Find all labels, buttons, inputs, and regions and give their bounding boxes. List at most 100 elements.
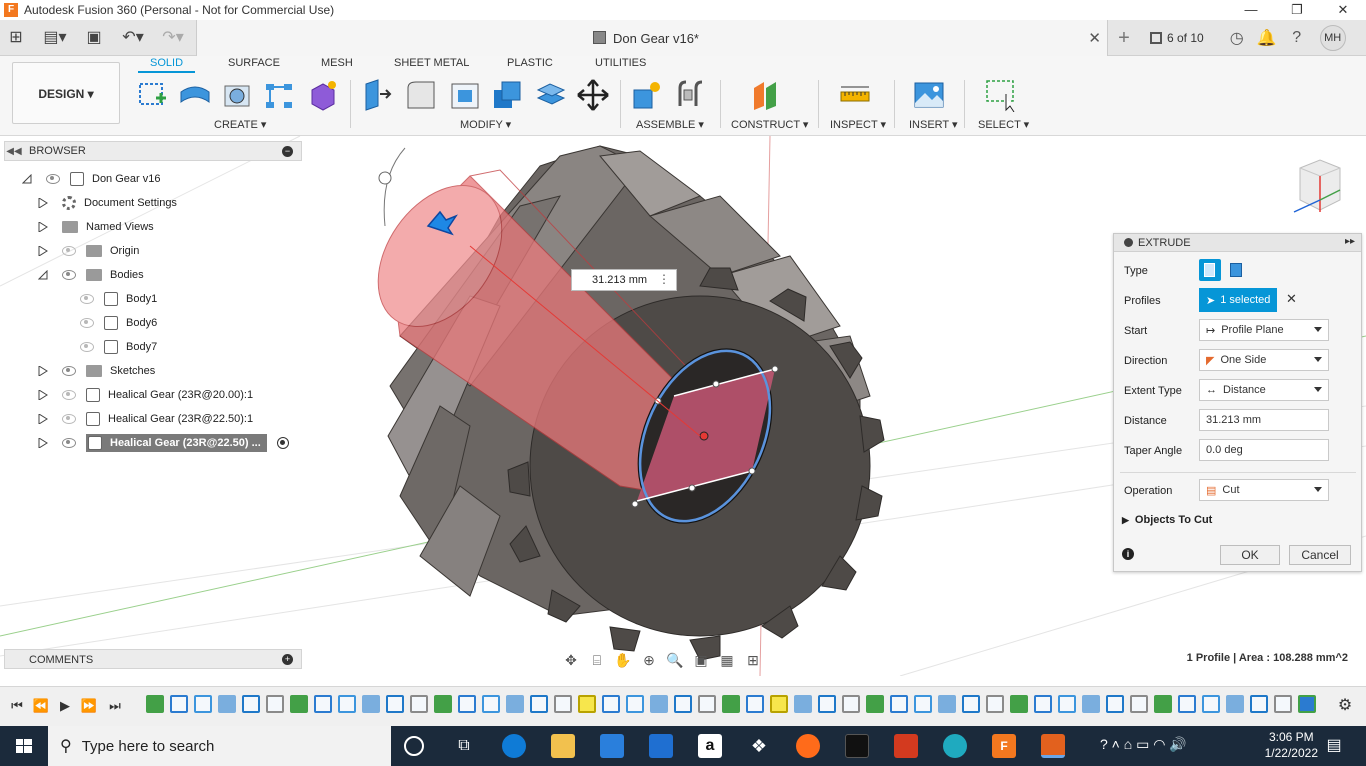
- document-tab[interactable]: Don Gear v16* ✕: [196, 20, 1108, 56]
- create-sketch-icon[interactable]: [136, 78, 170, 112]
- timeline-feature-icon[interactable]: [1274, 695, 1292, 713]
- timeline-feature-icon[interactable]: [914, 695, 932, 713]
- add-comment-icon[interactable]: +: [282, 654, 293, 665]
- minimize-button[interactable]: —: [1228, 0, 1274, 20]
- mail-icon[interactable]: [649, 734, 673, 758]
- timeline-feature-icon[interactable]: [746, 695, 764, 713]
- timeline-feature-icon[interactable]: [1178, 695, 1196, 713]
- collapse-triangle-icon[interactable]: [22, 174, 32, 184]
- timeline-feature-icon[interactable]: [1082, 695, 1100, 713]
- tree-item-component[interactable]: Healical Gear (23R@22.50):1: [38, 408, 253, 430]
- timeline-feature-icon[interactable]: [962, 695, 980, 713]
- clock-icon[interactable]: ◷: [1222, 28, 1252, 48]
- timeline-feature-icon[interactable]: [194, 695, 212, 713]
- expand-triangle-icon[interactable]: [38, 366, 48, 376]
- look-at-icon[interactable]: ⌸: [586, 650, 608, 670]
- timeline-feature-icon[interactable]: [290, 695, 308, 713]
- close-tab-icon[interactable]: ✕: [1088, 29, 1101, 47]
- expand-triangle-icon[interactable]: [38, 222, 48, 232]
- timeline-feature-icon[interactable]: [1250, 695, 1268, 713]
- timeline-feature-icon[interactable]: [722, 695, 740, 713]
- task-view-icon[interactable]: ⧉: [452, 734, 476, 758]
- modify-menu[interactable]: MODIFY ▾: [460, 118, 511, 131]
- timeline-feature-icon[interactable]: [506, 695, 524, 713]
- user-avatar[interactable]: MH: [1319, 25, 1346, 51]
- fusion-active-icon[interactable]: [1041, 734, 1065, 758]
- timeline-feature-icon[interactable]: [602, 695, 620, 713]
- tree-item-body[interactable]: Body1: [80, 288, 157, 310]
- shell-icon[interactable]: [448, 78, 482, 112]
- press-pull-icon[interactable]: [360, 78, 394, 112]
- zoom-window-icon[interactable]: 🔍: [664, 650, 686, 670]
- tab-solid[interactable]: SOLID: [138, 57, 196, 73]
- tree-item-component-active[interactable]: Healical Gear (23R@22.50) ...: [38, 432, 289, 454]
- timeline-feature-icon[interactable]: [674, 695, 692, 713]
- assemble-menu[interactable]: ASSEMBLE ▾: [636, 118, 704, 131]
- action-center-icon[interactable]: ▤: [1322, 734, 1346, 758]
- timeline-feature-icon[interactable]: [1010, 695, 1028, 713]
- timeline-feature-icon[interactable]: [170, 695, 188, 713]
- redo-icon[interactable]: ↷▾: [156, 26, 190, 50]
- taskbar-clock[interactable]: 3:06 PM 1/22/2022: [1265, 729, 1318, 761]
- tab-plastic[interactable]: PLASTIC: [507, 57, 553, 73]
- save-icon[interactable]: ▣: [82, 26, 106, 50]
- timeline-feature-icon[interactable]: [530, 695, 548, 713]
- objects-to-cut-toggle[interactable]: ▶ Objects To Cut: [1122, 514, 1212, 526]
- dropbox-icon[interactable]: ❖: [747, 734, 771, 758]
- timeline-feature-icon[interactable]: [338, 695, 356, 713]
- tab-surface[interactable]: SURFACE: [228, 57, 280, 73]
- timeline-feature-icon[interactable]: [986, 695, 1004, 713]
- visibility-eye-icon[interactable]: [46, 174, 60, 184]
- visibility-eye-icon[interactable]: [62, 270, 76, 280]
- joint-icon[interactable]: [674, 78, 708, 112]
- tree-item-sketches[interactable]: Sketches: [38, 360, 155, 382]
- dialog-collapse-icon[interactable]: [1124, 238, 1133, 247]
- timeline-feature-icon[interactable]: [554, 695, 572, 713]
- taskbar-search[interactable]: ⚲ Type here to search: [48, 726, 391, 766]
- comments-panel[interactable]: COMMENTS +: [4, 649, 302, 669]
- store-icon[interactable]: [600, 734, 624, 758]
- fillet-icon[interactable]: [404, 78, 438, 112]
- maximize-button[interactable]: ❐: [1274, 0, 1320, 20]
- cortana-icon[interactable]: [404, 736, 424, 756]
- timeline-feature-icon[interactable]: [866, 695, 884, 713]
- system-tray-icons[interactable]: ? ˄ ⌂ ▭ ◠ 🔊: [1100, 736, 1210, 760]
- file-explorer-icon[interactable]: [551, 734, 575, 758]
- job-status[interactable]: 6 of 10: [1150, 31, 1204, 45]
- file-menu-icon[interactable]: ▤▾: [38, 26, 72, 50]
- help-icon[interactable]: ?: [1282, 29, 1312, 47]
- timeline-feature-icon[interactable]: [626, 695, 644, 713]
- insert-image-icon[interactable]: [912, 78, 946, 112]
- offset-face-icon[interactable]: [534, 78, 568, 112]
- hidden-eye-icon[interactable]: [62, 246, 76, 256]
- readout-more-icon[interactable]: ⋮: [658, 272, 670, 286]
- amazon-icon[interactable]: a: [698, 734, 722, 758]
- insert-menu[interactable]: INSERT ▾: [909, 118, 958, 131]
- timeline-feature-icon[interactable]: [1106, 695, 1124, 713]
- timeline-feature-icon[interactable]: [146, 695, 164, 713]
- expand-triangle-icon[interactable]: [38, 390, 48, 400]
- profiles-selection[interactable]: ➤ 1 selected: [1199, 288, 1277, 312]
- distance-readout[interactable]: 31.213 mm ⋮: [571, 269, 677, 291]
- hidden-eye-icon[interactable]: [80, 318, 94, 328]
- app-grid-icon[interactable]: ⊞: [4, 26, 28, 50]
- dialog-expand-icon[interactable]: ▸▸: [1345, 236, 1355, 247]
- timeline-feature-icon[interactable]: [242, 695, 260, 713]
- browser-minimize-icon[interactable]: −: [282, 146, 293, 157]
- display-settings-icon[interactable]: ▣: [690, 650, 712, 670]
- construct-menu[interactable]: CONSTRUCT ▾: [731, 118, 808, 131]
- tree-item-body[interactable]: Body6: [80, 312, 157, 334]
- inspect-menu[interactable]: INSPECT ▾: [830, 118, 886, 131]
- timeline-feature-icon[interactable]: [1034, 695, 1052, 713]
- timeline-feature-icon[interactable]: [1058, 695, 1076, 713]
- revolve-icon[interactable]: [220, 78, 254, 112]
- expand-triangle-icon[interactable]: [38, 414, 48, 424]
- timeline-feature-icon[interactable]: [434, 695, 452, 713]
- active-component-highlight[interactable]: Healical Gear (23R@22.50) ...: [86, 434, 267, 452]
- timeline-feature-icon[interactable]: [218, 695, 236, 713]
- timeline-feature-icon[interactable]: [938, 695, 956, 713]
- tree-item-origin[interactable]: Origin: [38, 240, 139, 262]
- expand-triangle-icon[interactable]: [38, 198, 48, 208]
- timeline-feature-icon[interactable]: [770, 695, 788, 713]
- timeline-feature-icon[interactable]: [1202, 695, 1220, 713]
